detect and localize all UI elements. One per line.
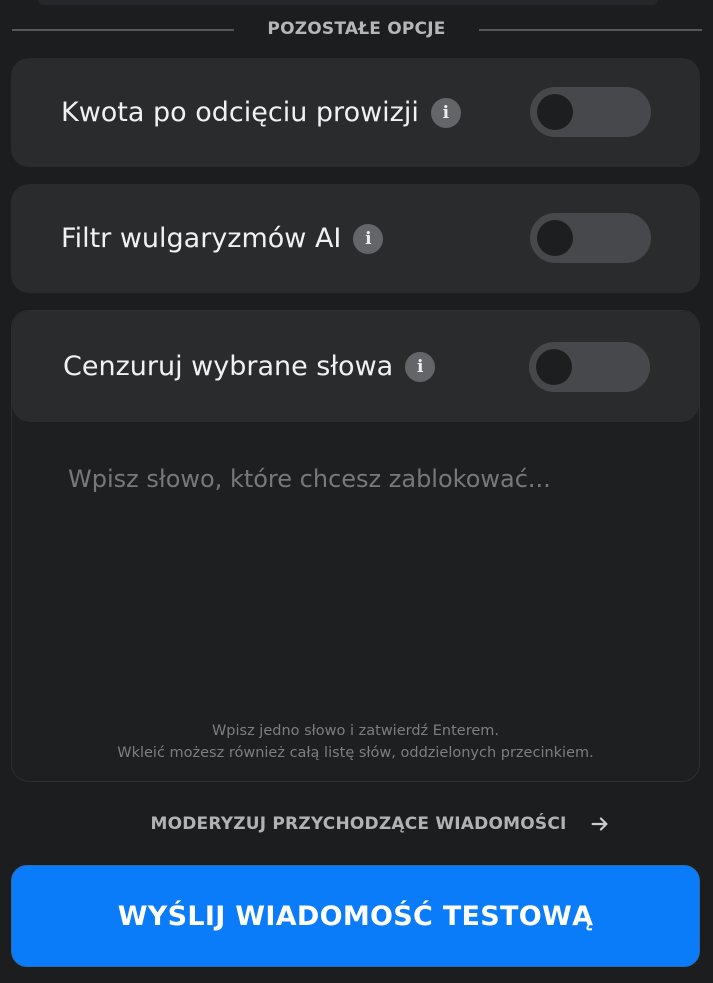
toggle-censor-words[interactable] [529,342,650,392]
option-card-censor-words: Cenzuruj wybrane słowa i Wpisz jedno sło… [11,310,700,782]
option-label-wrapper: Kwota po odcięciu prowizji i [61,58,461,167]
moderate-messages-label: MODERYZUJ PRZYCHODZĄCE WIADOMOŚCI [150,814,567,834]
info-icon[interactable]: i [405,351,436,382]
arrow-right-icon [591,817,608,831]
option-label-commission: Kwota po odcięciu prowizji [61,97,419,128]
option-card-profanity-filter: Filtr wulgaryzmów AI i [11,184,700,293]
toggle-profanity-filter[interactable] [530,213,651,263]
top-panel-edge [38,0,658,5]
option-label-wrapper: Filtr wulgaryzmów AI i [61,184,384,293]
censor-hint-line2: Wkleić możesz również całą listę słów, o… [117,745,594,761]
settings-panel: POZOSTAŁE OPCJE Kwota po odcięciu prowiz… [0,0,713,983]
toggle-commission[interactable] [530,87,651,137]
section-title: POZOSTAŁE OPCJE [267,19,446,39]
censor-words-input[interactable] [48,451,663,651]
option-card-commission: Kwota po odcięciu prowizji i [11,58,700,167]
toggle-knob [537,94,573,130]
toggle-knob [537,220,573,256]
divider-line-right [479,29,702,31]
option-label-censor-words: Cenzuruj wybrane słowa [63,351,394,382]
divider-line-left [12,29,234,31]
censor-header: Cenzuruj wybrane słowa i [12,311,699,422]
toggle-knob [536,349,572,385]
option-label-wrapper: Cenzuruj wybrane słowa i [63,311,436,422]
section-divider: POZOSTAŁE OPCJE [12,17,702,43]
info-icon[interactable]: i [430,97,461,128]
censor-hint-line1: Wpisz jedno słowo i zatwierdź Enterem. [211,723,500,739]
moderate-messages-link[interactable]: MODERYZUJ PRZYCHODZĄCE WIADOMOŚCI [0,809,713,839]
option-label-profanity-filter: Filtr wulgaryzmów AI [61,223,342,254]
info-icon[interactable]: i [353,223,384,254]
send-test-message-button[interactable]: WYŚLIJ WIADOMOŚĆ TESTOWĄ [11,865,700,967]
